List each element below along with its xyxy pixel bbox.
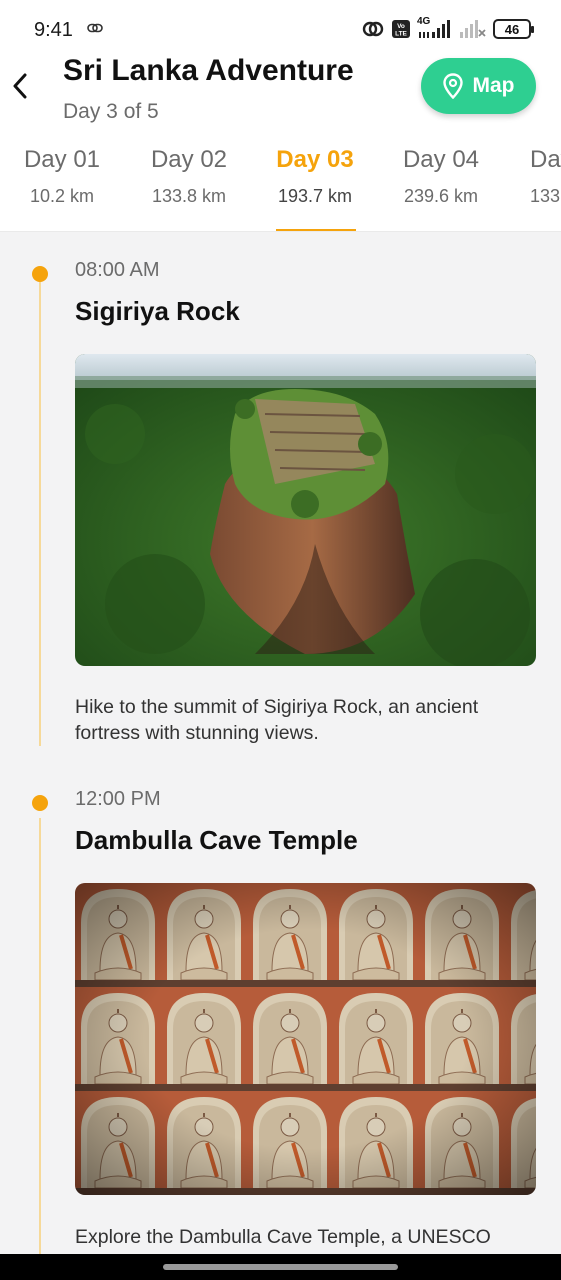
timeline-line (39, 818, 41, 1254)
tab-distance: 239.6 km (403, 186, 479, 206)
sigiriya-rock-illustration (75, 354, 536, 666)
home-gesture-handle[interactable] (163, 1264, 398, 1270)
tab-day-05[interactable]: Day 05 133.3 km (507, 144, 561, 207)
hotspot-icon (362, 21, 384, 37)
tab-label: Day 04 (402, 146, 480, 173)
stop-time: 08:00 AM (75, 259, 160, 281)
app-header: Sri Lanka Adventure Day 3 of 5 Map (0, 48, 561, 130)
tab-label: Day 01 (23, 146, 101, 173)
map-pin-icon (442, 73, 463, 99)
volte-icon: Vo LTE (392, 20, 410, 38)
tab-distance: 133.3 km (530, 186, 561, 206)
link-icon (87, 23, 103, 33)
svg-text:Vo: Vo (397, 23, 405, 30)
battery-icon: 46 (493, 19, 534, 39)
tab-day-02[interactable]: Day 02 133.8 km (129, 144, 249, 207)
back-arrow-icon (13, 73, 27, 99)
status-time: 9:41 (34, 19, 73, 41)
timeline-line (39, 282, 41, 746)
active-tab-indicator (276, 229, 356, 231)
status-icons: Vo LTE 4G 46 (361, 16, 534, 40)
page-subtitle: Day 3 of 5 (63, 100, 159, 123)
tab-day-03[interactable]: Day 03 193.7 km (255, 144, 375, 207)
tab-day-04[interactable]: Day 04 239.6 km (381, 144, 501, 207)
tab-label: Day 02 (150, 146, 228, 173)
timeline-dot (32, 266, 48, 282)
dambulla-cave-temple-photo[interactable] (75, 883, 536, 1195)
back-button[interactable] (6, 66, 34, 106)
tab-distance: 193.7 km (277, 186, 353, 206)
tab-label: Day 05 (530, 146, 561, 173)
tab-distance: 10.2 km (29, 186, 95, 206)
stop-title: Dambulla Cave Temple (75, 825, 358, 855)
svg-text:LTE: LTE (395, 31, 407, 38)
buddha-mural-illustration (75, 883, 536, 1195)
sigiriya-rock-photo[interactable] (75, 354, 536, 666)
tab-distance: 133.8 km (151, 186, 227, 206)
map-button-label: Map (472, 74, 515, 97)
system-nav-bar (0, 1254, 561, 1280)
status-bar: 9:41 Vo LTE 4G 46 (0, 0, 561, 48)
map-button[interactable]: Map (421, 58, 536, 114)
timeline-dot (32, 795, 48, 811)
stop-title: Sigiriya Rock (75, 296, 240, 326)
tab-label: Day 03 (276, 146, 354, 173)
no-signal-icon (460, 20, 486, 38)
page-title: Sri Lanka Adventure (63, 54, 354, 87)
network-type: 4G (417, 16, 453, 40)
tab-day-01[interactable]: Day 01 10.2 km (2, 144, 122, 207)
stop-time: 12:00 PM (75, 788, 161, 810)
stop-description: Hike to the summit of Sigiriya Rock, an … (75, 696, 479, 744)
signal-icon (419, 20, 450, 38)
day-tabs: Day 01 10.2 km Day 02 133.8 km Day 03 19… (0, 130, 561, 232)
